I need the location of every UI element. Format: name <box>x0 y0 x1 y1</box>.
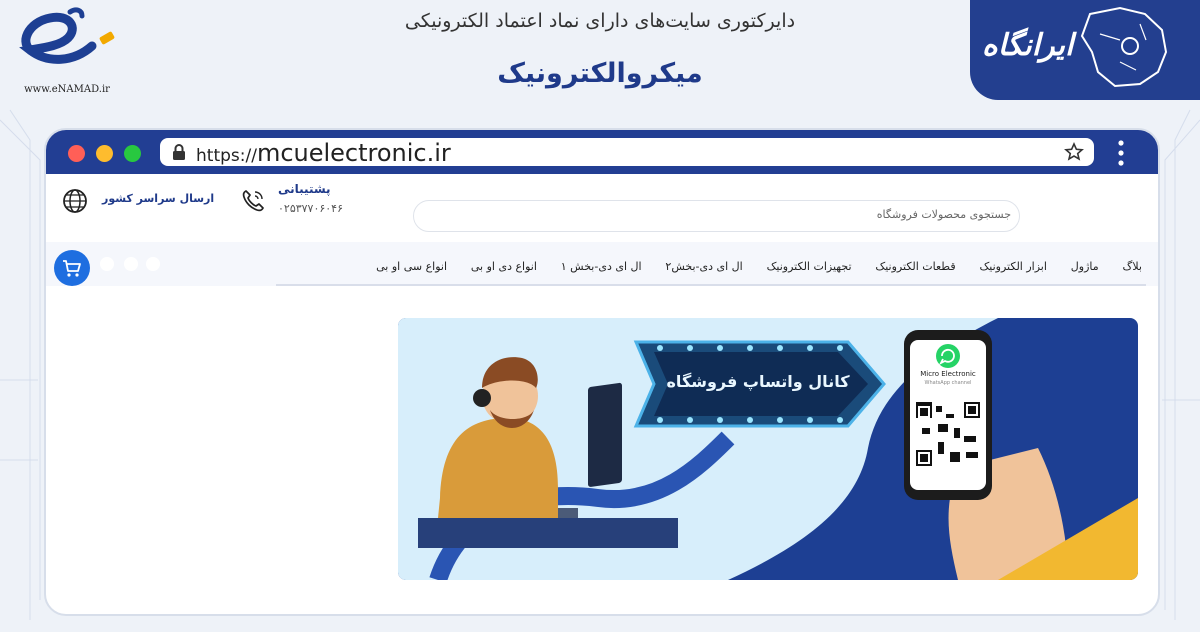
enamad-logo[interactable]: www.eNAMAD.ir <box>8 4 118 96</box>
search-input[interactable]: جستجوی محصولات فروشگاه <box>413 200 1020 232</box>
url-protocol: https:// <box>196 146 257 166</box>
menu-item-led-2[interactable]: ال ای دی-بخش۲ <box>665 260 742 273</box>
search-placeholder: جستجوی محصولات فروشگاه <box>876 208 1011 221</box>
bookmark-star-icon[interactable] <box>1064 142 1084 162</box>
menu-item-modules[interactable]: ماژول <box>1071 260 1099 273</box>
menu-item-tools[interactable]: ابزار الکترونیک <box>979 260 1046 273</box>
shipping-text: ارسال سراسر کشور <box>102 192 215 205</box>
nav-placeholder-dot <box>100 257 114 271</box>
window-minimize-dot[interactable] <box>96 145 113 162</box>
whatsapp-banner[interactable]: کانال واتساپ فروشگاه Micro Electronic Wh… <box>398 318 1138 580</box>
menu-item-components[interactable]: قطعات الکترونیک <box>875 260 955 273</box>
url-text: https://mcuelectronic.ir <box>196 139 451 167</box>
url-domain: mcuelectronic.ir <box>256 139 451 167</box>
site-header: ارسال سراسر کشور پشتیبانی ۰۲۵۳۷۷۰۶۰۴۶ جس… <box>46 174 1158 238</box>
enamad-e-icon <box>19 7 115 64</box>
menu-item-cob[interactable]: انواع سی او بی <box>376 260 447 273</box>
menu-item-blog[interactable]: بلاگ <box>1123 260 1142 273</box>
phone-icon <box>242 190 264 212</box>
banner-illustration <box>398 318 1138 580</box>
support-phone[interactable]: ۰۲۵۳۷۷۰۶۰۴۶ <box>278 202 343 215</box>
browser-window: https://mcuelectronic.ir ارسال سراسر کشو… <box>44 128 1160 616</box>
banner-phone-sub: WhatsApp channel <box>924 380 972 386</box>
enamad-url: www.eNAMAD.ir <box>24 84 110 95</box>
site-title: میکروالکترونیک <box>497 58 703 89</box>
nav-divider <box>276 284 1146 286</box>
lock-icon <box>173 144 185 160</box>
directory-subtitle: دایرکتوری سایت‌های دارای نماد اعتماد الک… <box>404 10 796 32</box>
banner-sign-text: کانال واتساپ فروشگاه <box>666 372 850 391</box>
iranegah-logo[interactable]: ایرانگاه <box>970 0 1200 100</box>
window-maximize-dot[interactable] <box>124 145 141 162</box>
window-close-dot[interactable] <box>68 145 85 162</box>
menu-list: انواع سی او بی انواع دی او بی ال ای دی-ب… <box>376 260 1142 273</box>
nav-placeholder-dot <box>124 257 138 271</box>
menu-item-dob[interactable]: انواع دی او بی <box>471 260 537 273</box>
cart-icon <box>63 260 81 277</box>
cart-button[interactable] <box>54 250 90 286</box>
address-bar[interactable]: https://mcuelectronic.ir <box>160 138 1094 167</box>
support-title: پشتیبانی <box>278 182 331 196</box>
browser-menu-icon[interactable] <box>1118 140 1124 166</box>
directory-header: www.eNAMAD.ir دایرکتوری سایت‌های دارای ن… <box>0 0 1200 100</box>
nav-placeholder-dot <box>146 257 160 271</box>
iranegah-brand-text: ایرانگاه <box>982 28 1074 63</box>
main-nav: انواع سی او بی انواع دی او بی ال ای دی-ب… <box>46 242 1158 286</box>
browser-toolbar: https://mcuelectronic.ir <box>46 130 1158 174</box>
banner-phone-name: Micro Electronic <box>920 370 976 378</box>
globe-icon <box>63 189 87 213</box>
menu-item-led-1[interactable]: ال ای دی-بخش ۱ <box>561 260 642 273</box>
menu-item-equipment[interactable]: تجهیزات الکترونیک <box>767 260 852 273</box>
